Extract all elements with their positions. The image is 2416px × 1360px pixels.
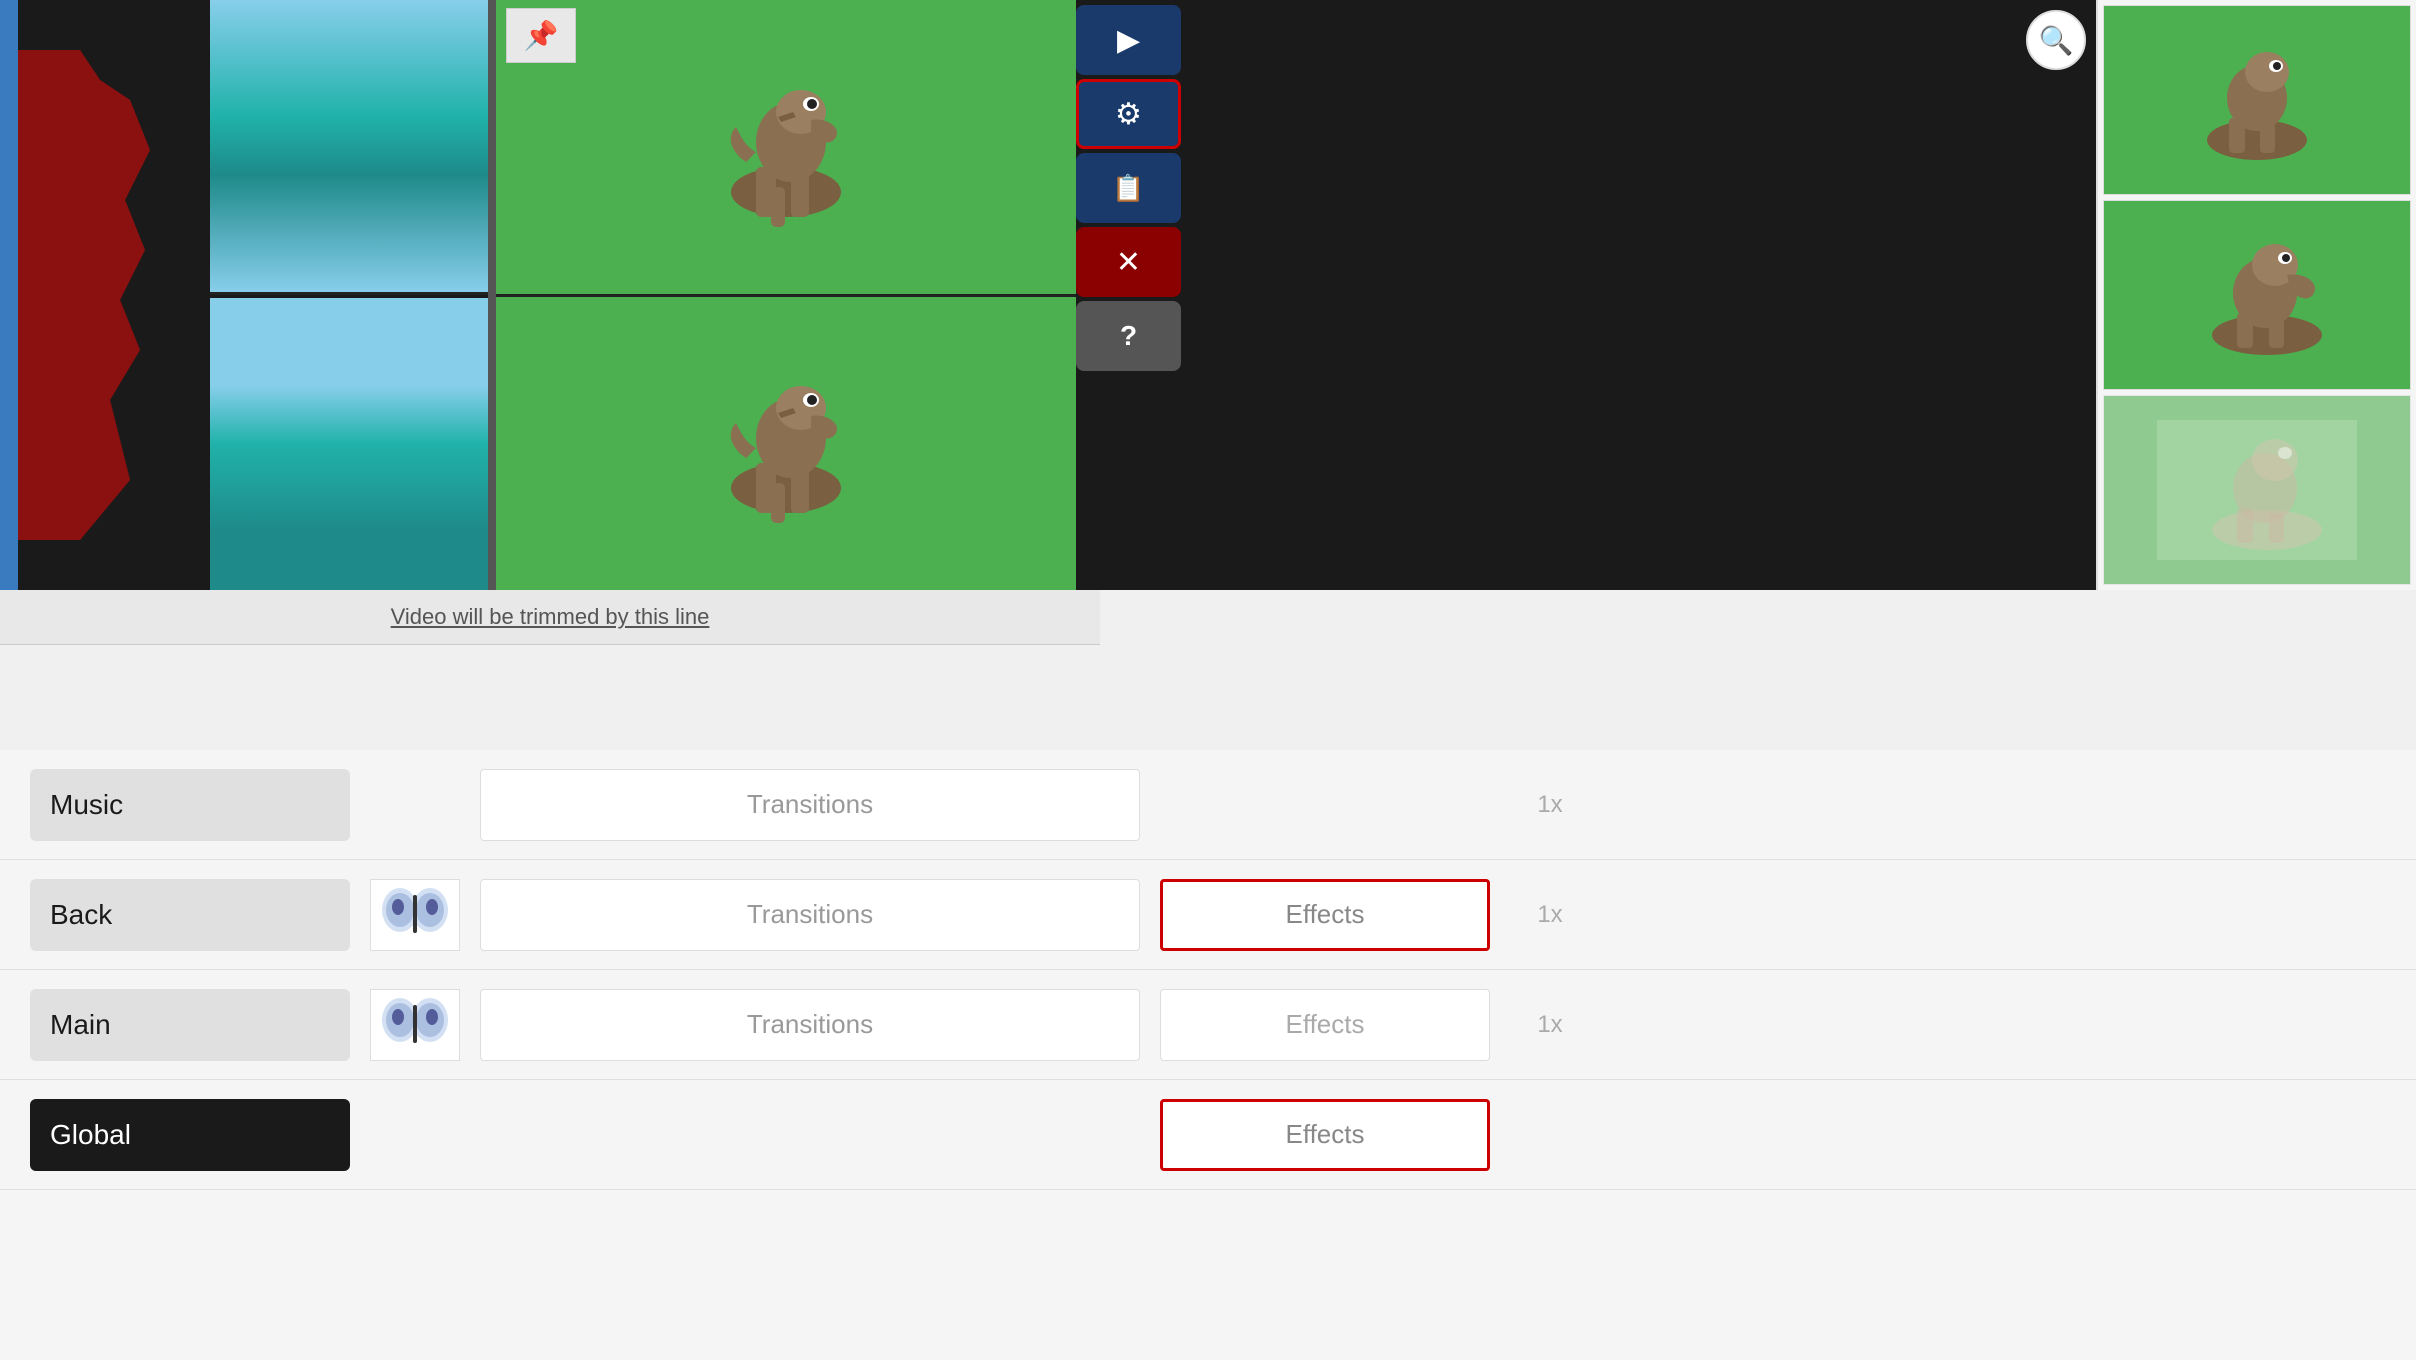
bottom-panel: Music Transitions 1x Back Transitions Effect…	[0, 750, 2416, 1360]
thumbnail-2[interactable]: 2	[2103, 200, 2411, 390]
thumb-dino-1	[2157, 30, 2357, 170]
thumb-dino-3	[2157, 420, 2357, 560]
waveform-panel	[0, 0, 210, 590]
settings-button[interactable]: ⚙	[1076, 79, 1181, 149]
butterfly-thumb-main	[370, 989, 460, 1061]
pin-icon-container: 📌	[506, 8, 576, 63]
copy-icon: 📋	[1112, 173, 1144, 204]
effects-btn-global[interactable]: Effects	[1160, 1099, 1490, 1171]
transitions-btn-music[interactable]: Transitions	[480, 769, 1140, 841]
clips-panel	[210, 0, 490, 590]
thumbnail-3[interactable]: 3	[2103, 395, 2411, 585]
right-sidebar: 1 2 3	[2096, 0, 2416, 590]
delete-icon: ✕	[1116, 245, 1141, 280]
waveform-svg	[0, 0, 210, 590]
play-button[interactable]: ▶	[1076, 5, 1181, 75]
delete-button[interactable]: ✕	[1076, 227, 1181, 297]
main-video-area: 📌 ▶	[496, 0, 1076, 590]
help-icon: ?	[1120, 320, 1137, 352]
tracks-container: Music Transitions 1x Back Transitions Effect…	[0, 750, 2416, 1190]
dino-svg-bottom	[686, 358, 886, 528]
transitions-btn-back[interactable]: Transitions	[480, 879, 1140, 951]
context-menu: ▶ ⚙ 📋 ✕ ?	[1076, 5, 1186, 371]
track-label-back[interactable]: Back	[30, 879, 350, 951]
trim-line-text: Video will be trimmed by this line	[391, 604, 710, 630]
transitions-btn-main[interactable]: Transitions	[480, 989, 1140, 1061]
track-label-music[interactable]: Music	[30, 769, 350, 841]
clip-ocean-bottom	[210, 298, 488, 590]
editor-area: 📌 ▶	[0, 0, 2416, 590]
track-row-main: Main Transitions Effects 1x	[0, 970, 2416, 1080]
copy-button[interactable]: 📋	[1076, 153, 1181, 223]
butterfly-thumb-back	[370, 879, 460, 951]
thumbnail-1[interactable]: 1	[2103, 5, 2411, 195]
settings-icon: ⚙	[1115, 97, 1142, 132]
zoom-icon[interactable]: 🔍	[2026, 10, 2086, 70]
track-label-main[interactable]: Main	[30, 989, 350, 1061]
track-row-back: Back Transitions Effects 1x	[0, 860, 2416, 970]
dino-clip-top[interactable]: ▶ ⚙ 📋 ✕ ?	[496, 0, 1076, 294]
track-label-global[interactable]: Global	[30, 1099, 350, 1171]
trim-line-area: Video will be trimmed by this line	[0, 590, 1100, 645]
dino-clip-bottom[interactable]	[496, 294, 1076, 591]
clip-ocean-top	[210, 0, 488, 295]
zoom-icon-symbol: 🔍	[2039, 24, 2074, 57]
track-row-global: Global Effects	[0, 1080, 2416, 1190]
play-icon: ▶	[1117, 23, 1140, 58]
help-button[interactable]: ?	[1076, 301, 1181, 371]
pin-icon: 📌	[524, 19, 559, 52]
track-row-music: Music Transitions 1x	[0, 750, 2416, 860]
track-multiplier-main: 1x	[1510, 1011, 1590, 1039]
dino-svg-top	[686, 62, 886, 232]
effects-btn-back[interactable]: Effects	[1160, 879, 1490, 951]
thumb-dino-2	[2157, 225, 2357, 365]
effects-btn-main[interactable]: Effects	[1160, 989, 1490, 1061]
track-multiplier-music: 1x	[1510, 791, 1590, 819]
track-multiplier-back: 1x	[1510, 901, 1590, 929]
